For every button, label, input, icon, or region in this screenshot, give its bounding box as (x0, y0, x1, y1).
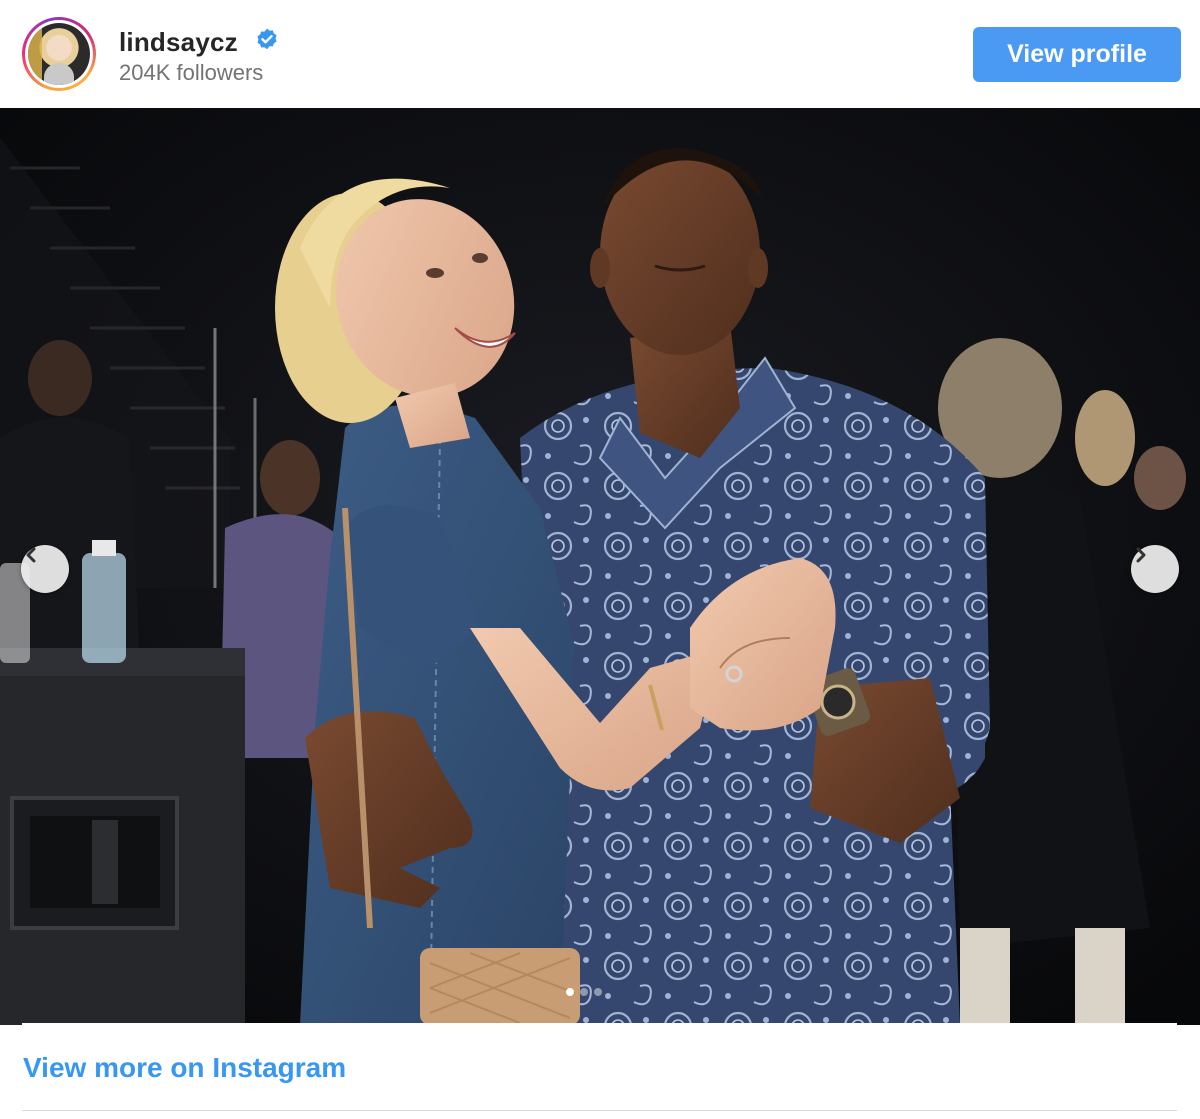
username[interactable]: lindsaycz (119, 27, 238, 58)
divider (22, 1110, 1177, 1111)
carousel-next-button[interactable] (1131, 545, 1179, 593)
chevron-right-icon (1136, 547, 1146, 563)
verified-badge-icon (257, 28, 277, 50)
follower-count: 204K followers (119, 60, 264, 85)
post-photo[interactable] (0, 108, 1200, 1025)
photo-bottom-border (22, 1023, 1177, 1027)
instagram-embed: lindsaycz 204K followers View profile Vi… (0, 0, 1200, 1119)
photo-illustration (0, 108, 1200, 1025)
view-more-link[interactable]: View more on Instagram (23, 1052, 346, 1084)
carousel-indicator (566, 988, 602, 996)
avatar-image (28, 23, 90, 85)
carousel-dot (594, 988, 602, 996)
carousel-prev-button[interactable] (21, 545, 69, 593)
post-header: lindsaycz 204K followers View profile (0, 0, 1200, 108)
avatar[interactable] (22, 17, 96, 91)
carousel-dot (580, 988, 588, 996)
carousel-dot-active (566, 988, 574, 996)
view-profile-button[interactable]: View profile (973, 27, 1181, 82)
chevron-left-icon (26, 547, 36, 563)
